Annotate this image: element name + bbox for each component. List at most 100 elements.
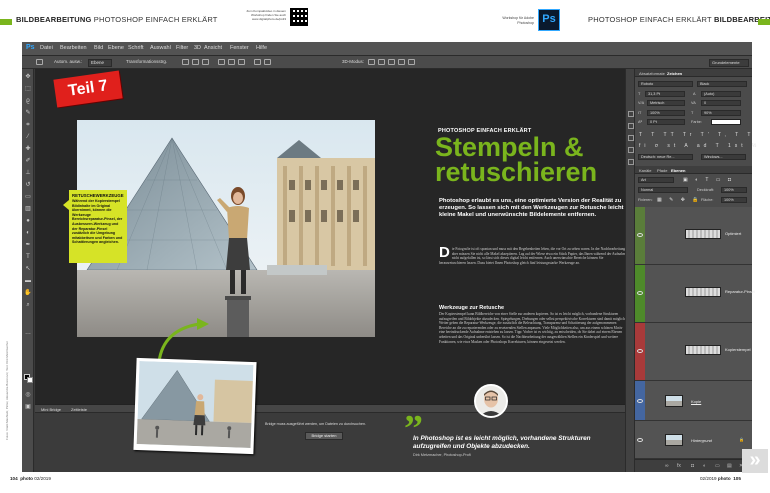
- adjustment-layer-icon[interactable]: ◐: [703, 463, 706, 469]
- link-layers-icon[interactable]: ∞: [665, 463, 669, 469]
- clone-stamp-icon[interactable]: ⊥: [24, 169, 32, 177]
- background-color-swatch[interactable]: [27, 377, 33, 383]
- align-center-icon[interactable]: [228, 59, 235, 65]
- layer-style-icon[interactable]: fx: [677, 463, 681, 469]
- screen-mode-icon[interactable]: ▣: [24, 403, 32, 411]
- opacity-field[interactable]: 100%: [721, 187, 747, 193]
- tab-paths[interactable]: Pfade: [657, 168, 667, 173]
- history-brush-icon[interactable]: ↺: [24, 181, 32, 189]
- menu-auswahl[interactable]: Auswahl: [150, 45, 171, 51]
- move-icon[interactable]: ✥: [24, 73, 32, 81]
- distribute-icon[interactable]: [254, 59, 261, 65]
- menu-filter[interactable]: Filter: [176, 45, 188, 51]
- fill-field[interactable]: 100%: [721, 197, 747, 203]
- quick-mask-icon[interactable]: ◎: [24, 391, 32, 399]
- add-mask-icon[interactable]: ◘: [691, 463, 694, 469]
- vertical-scale-field[interactable]: 100%: [647, 110, 685, 116]
- workspace-switcher[interactable]: Grundelemente: [709, 58, 749, 67]
- menu-datei[interactable]: Datei: [40, 45, 53, 51]
- align-left-icon[interactable]: [218, 59, 225, 65]
- font-family-select[interactable]: Roboto: [638, 81, 693, 87]
- 3d-slide-icon[interactable]: [398, 59, 405, 65]
- more-tools-icon[interactable]: …: [24, 329, 32, 337]
- swatches-panel-icon[interactable]: [628, 135, 634, 141]
- menu-fenster[interactable]: Fenster: [230, 45, 249, 51]
- font-size-field[interactable]: 31,3 Pt: [645, 91, 685, 97]
- adjustments-panel-icon[interactable]: [628, 147, 634, 153]
- zoom-icon[interactable]: ⌕: [24, 301, 32, 309]
- history-panel-icon[interactable]: [628, 111, 634, 117]
- baseline-field[interactable]: 0 Pt: [647, 119, 685, 125]
- tab-channels[interactable]: Kanäle: [639, 168, 651, 173]
- layer-row[interactable]: Reparatur-Pinsel: [635, 265, 755, 323]
- leading-field[interactable]: (Auto): [701, 91, 741, 97]
- tab-character[interactable]: Zeichen: [667, 71, 682, 76]
- menu-hilfe[interactable]: Hilfe: [256, 45, 267, 51]
- font-style-select[interactable]: Black: [697, 81, 747, 87]
- gradient-icon[interactable]: ▥: [24, 205, 32, 213]
- blend-mode-select[interactable]: Normal: [638, 187, 688, 193]
- pen-icon[interactable]: ✒: [24, 241, 32, 249]
- dodge-icon[interactable]: ◐: [24, 229, 32, 237]
- path-select-icon[interactable]: ↖: [24, 265, 32, 273]
- layer-row[interactable]: Optimiert: [635, 207, 752, 265]
- brush-panel-icon[interactable]: [628, 159, 634, 165]
- properties-panel-icon[interactable]: [628, 123, 634, 129]
- align-right-icon[interactable]: [238, 59, 245, 65]
- layer-filter-icons[interactable]: ▣ ◐ T ▭ ◘: [683, 177, 734, 183]
- visibility-eye-icon[interactable]: [637, 233, 643, 237]
- blur-icon[interactable]: ●: [24, 217, 32, 225]
- tracking-field[interactable]: 0: [701, 100, 741, 106]
- eyedropper-icon[interactable]: ⁄: [24, 133, 32, 141]
- 3d-scale-icon[interactable]: [408, 59, 415, 65]
- align-bottom-icon[interactable]: [202, 59, 209, 65]
- healing-brush-icon[interactable]: ✚: [24, 145, 32, 153]
- menu-ansicht[interactable]: Ansicht: [204, 45, 222, 51]
- visibility-eye-icon[interactable]: [637, 349, 643, 353]
- menu-3d[interactable]: 3D: [194, 45, 201, 51]
- tab-zeitleiste[interactable]: Zeitleiste: [71, 407, 87, 412]
- menu-ebene[interactable]: Ebene: [108, 45, 124, 51]
- language-select[interactable]: Deutsch: neue Re...: [638, 154, 693, 160]
- horizontal-scale-field[interactable]: 90%: [701, 110, 741, 116]
- auto-select-dropdown[interactable]: Ebene: [88, 58, 112, 67]
- layer-filter-select[interactable]: Art: [638, 177, 674, 183]
- eraser-icon[interactable]: ▭: [24, 193, 32, 201]
- antialias-select[interactable]: Windows...: [701, 154, 746, 160]
- 3d-roll-icon[interactable]: [378, 59, 385, 65]
- document-canvas[interactable]: Teil 7 RETUSCHEWERKZEUGE Während der Kop…: [35, 69, 627, 455]
- kerning-field[interactable]: Metrisch: [647, 100, 685, 106]
- 3d-drag-icon[interactable]: [388, 59, 395, 65]
- type-icon[interactable]: T: [24, 253, 32, 261]
- opentype-buttons[interactable]: fi σ st A ad T 1st ½: [639, 143, 760, 149]
- quick-select-icon[interactable]: ✎: [24, 109, 32, 117]
- transform-controls-checkbox[interactable]: Transformationsstrg.: [126, 59, 167, 64]
- hand-icon[interactable]: ✋: [24, 289, 32, 297]
- new-layer-icon[interactable]: ▤: [727, 463, 732, 469]
- visibility-eye-icon[interactable]: [637, 438, 643, 442]
- layer-row[interactable]: Kopie: [635, 381, 752, 421]
- align-top-icon[interactable]: [182, 59, 189, 65]
- marquee-icon[interactable]: ⬚: [24, 85, 32, 93]
- tab-paragraph-styles[interactable]: Absatzformate: [639, 71, 665, 76]
- visibility-eye-icon[interactable]: [637, 399, 643, 403]
- type-style-buttons[interactable]: T T TT Tr T' T, T T: [639, 132, 755, 138]
- crop-icon[interactable]: ⌗: [24, 121, 32, 129]
- shape-icon[interactable]: ▬: [24, 277, 32, 285]
- align-middle-icon[interactable]: [192, 59, 199, 65]
- move-tool-icon[interactable]: [36, 59, 43, 65]
- menu-schrift[interactable]: Schrift: [128, 45, 144, 51]
- start-bridge-button[interactable]: Bridge starten: [305, 432, 343, 440]
- lock-icons[interactable]: ▦ ✎ ✥ 🔒: [657, 197, 702, 203]
- tab-layers[interactable]: Ebenen: [671, 168, 685, 173]
- text-color-swatch[interactable]: [711, 119, 741, 125]
- menu-bearbeiten[interactable]: Bearbeiten: [60, 45, 87, 51]
- visibility-eye-icon[interactable]: [637, 291, 643, 295]
- tab-mini-bridge[interactable]: Mini Bridge: [41, 407, 61, 412]
- layer-row[interactable]: Hintergrund 🔒: [635, 421, 752, 459]
- layer-row[interactable]: Kopierstempel: [635, 323, 752, 381]
- 3d-rotate-icon[interactable]: [368, 59, 375, 65]
- distribute-2-icon[interactable]: [264, 59, 271, 65]
- brush-icon[interactable]: ✐: [24, 157, 32, 165]
- lasso-icon[interactable]: ϱ: [24, 97, 32, 105]
